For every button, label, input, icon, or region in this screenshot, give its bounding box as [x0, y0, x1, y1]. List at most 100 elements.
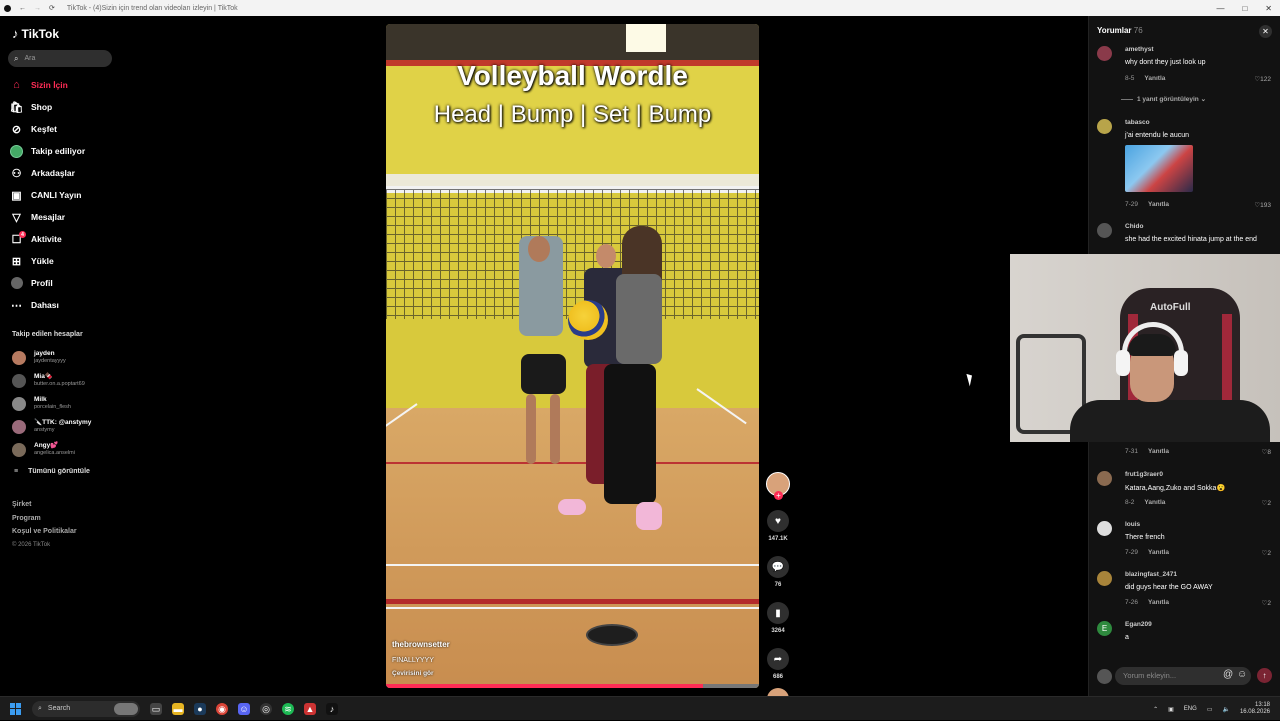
- network-icon[interactable]: ▭: [1207, 706, 1213, 713]
- video-player[interactable]: Volleyball Wordle Head | Bump | Set | Bu…: [386, 24, 759, 688]
- reply-button[interactable]: Yanıtla: [1144, 499, 1165, 506]
- back-icon[interactable]: ←: [19, 5, 26, 12]
- share-button[interactable]: ➦: [767, 648, 789, 670]
- volleyball-ball: [568, 300, 608, 340]
- nav-label: Aktivite: [31, 234, 62, 244]
- account-name: Mia🍫: [34, 373, 53, 380]
- nav-item-explore[interactable]: ⊘ Keşfet: [10, 118, 114, 140]
- footer-link-program[interactable]: Program: [12, 512, 77, 526]
- follow-plus-icon[interactable]: +: [774, 491, 783, 500]
- following-account[interactable]: jayden jaydentayyyy: [12, 346, 116, 369]
- search-input[interactable]: ⌕ Ara: [8, 50, 112, 67]
- messages-icon: ▽: [12, 211, 21, 224]
- video-progress-fill: [386, 684, 704, 688]
- like-button[interactable]: ♥: [767, 510, 789, 532]
- comment-user[interactable]: frut1g3raer0: [1125, 471, 1163, 478]
- reload-icon[interactable]: ⟳: [49, 4, 55, 12]
- nav-item-for-you[interactable]: ⌂ Sizin İçin: [10, 74, 114, 96]
- nav-item-profile[interactable]: Profil: [10, 272, 114, 294]
- nav-label: Mesajlar: [31, 212, 66, 222]
- comment-like[interactable]: ♡8: [1262, 448, 1271, 456]
- tray-chevron-icon[interactable]: ⌃: [1153, 706, 1158, 713]
- comment-user[interactable]: Chido: [1125, 223, 1143, 230]
- tiktok-icon[interactable]: ♪: [326, 702, 338, 715]
- friends-icon: ⚇: [11, 167, 22, 180]
- comment-like[interactable]: ♡193: [1254, 201, 1271, 209]
- nav-item-live[interactable]: ▣ CANLI Yayın: [10, 184, 114, 206]
- discord-icon[interactable]: ☺: [238, 702, 250, 715]
- nav-item-more[interactable]: ⋯ Dahası: [10, 294, 114, 316]
- avatar[interactable]: [1097, 223, 1112, 238]
- view-replies-button[interactable]: 1 yanıt görüntüleyin ⌄: [1121, 95, 1206, 103]
- avatar[interactable]: [1097, 119, 1112, 134]
- steam-icon[interactable]: ●: [194, 702, 206, 715]
- volume-icon[interactable]: 🔈: [1222, 706, 1229, 713]
- file-explorer-icon[interactable]: ▬: [172, 702, 184, 715]
- app-icon: [4, 4, 11, 12]
- tray-app-icon[interactable]: ▣: [1168, 706, 1174, 713]
- reply-button[interactable]: Yanıtla: [1148, 549, 1169, 556]
- tiktok-logo[interactable]: ♪ TikTok: [12, 26, 59, 41]
- avatar[interactable]: E: [1097, 621, 1112, 636]
- nav-item-activity[interactable]: ☐ 4 Aktivite: [10, 228, 114, 250]
- spotify-icon[interactable]: ≋: [282, 702, 294, 715]
- video-scene-ceiling: [386, 24, 759, 64]
- start-button[interactable]: [10, 702, 22, 715]
- nav-item-shop[interactable]: 🛍 Shop: [10, 96, 114, 118]
- comment-user[interactable]: blazingfast_2471: [1125, 571, 1177, 578]
- save-button[interactable]: ▮: [767, 602, 789, 624]
- footer-link-terms[interactable]: Koşul ve Politikalar: [12, 525, 77, 539]
- nav-item-messages[interactable]: ▽ Mesajlar: [10, 206, 114, 228]
- emoji-icon[interactable]: ☺: [1237, 669, 1247, 680]
- footer-link-company[interactable]: Şirket: [12, 498, 77, 512]
- obs-icon[interactable]: ◎: [260, 702, 272, 715]
- nav-item-upload[interactable]: ⊞ Yükle: [10, 250, 114, 272]
- forward-icon[interactable]: →: [34, 5, 41, 12]
- comment-user[interactable]: tabasco: [1125, 119, 1150, 126]
- nav-item-following[interactable]: Takip ediliyor: [10, 140, 114, 162]
- nav-item-friends[interactable]: ⚇ Arkadaşlar: [10, 162, 114, 184]
- avatar[interactable]: [1097, 46, 1112, 61]
- taskbar-clock[interactable]: 13:18 16.08.2026: [1240, 702, 1270, 716]
- avatar[interactable]: [1097, 521, 1112, 536]
- avatar[interactable]: [1097, 571, 1112, 586]
- video-progress-bar[interactable]: [386, 684, 759, 688]
- comment-image[interactable]: [1125, 145, 1193, 192]
- comment-like[interactable]: ♡2: [1262, 499, 1271, 507]
- minimize-button[interactable]: —: [1216, 4, 1224, 13]
- following-account[interactable]: Angy💕 angelica.anselmi: [12, 438, 116, 461]
- reply-button[interactable]: Yanıtla: [1144, 75, 1165, 82]
- following-account[interactable]: Milk porcelain_flesh: [12, 392, 116, 415]
- video-author[interactable]: thebrownsetter: [392, 640, 450, 649]
- mention-icon[interactable]: @: [1223, 669, 1233, 680]
- mouse-cursor-icon: [966, 372, 975, 387]
- comment-like[interactable]: ♡2: [1262, 599, 1271, 607]
- comment-button[interactable]: 💬: [767, 556, 789, 578]
- avatar[interactable]: [1097, 471, 1112, 486]
- creator-avatar[interactable]: +: [766, 472, 790, 500]
- see-translation-link[interactable]: Çevirisini gör: [392, 670, 434, 677]
- see-all-following-button[interactable]: ≡ Tümünü görüntüle: [12, 461, 116, 481]
- reply-button[interactable]: Yanıtla: [1148, 599, 1169, 606]
- reply-button[interactable]: Yanıtla: [1148, 201, 1169, 208]
- webcam-headset-ear: [1116, 350, 1130, 376]
- app-icon[interactable]: ▲: [304, 702, 316, 715]
- maximize-button[interactable]: □: [1242, 4, 1247, 13]
- chrome-icon[interactable]: ◉: [216, 702, 228, 715]
- task-view-icon[interactable]: ▭: [150, 702, 162, 715]
- comment-user[interactable]: Egan209: [1125, 621, 1152, 628]
- comment-user[interactable]: amethyst: [1125, 46, 1154, 53]
- taskbar-search[interactable]: ⌕ Search: [32, 700, 140, 717]
- comment-like[interactable]: ♡2: [1262, 549, 1271, 557]
- reply-button[interactable]: Yanıtla: [1148, 448, 1169, 455]
- comment-like[interactable]: ♡122: [1254, 75, 1271, 83]
- following-account[interactable]: Mia🍫 butter.on.a.poptart69: [12, 369, 116, 392]
- close-window-button[interactable]: ✕: [1265, 4, 1272, 13]
- comment-user[interactable]: louis: [1125, 521, 1140, 528]
- send-comment-button[interactable]: ↑: [1257, 668, 1272, 683]
- windows-logo-pane: [10, 702, 15, 708]
- more-icon: ⋯: [11, 299, 22, 312]
- following-account[interactable]: 🔪TTK: @anstymy anstymy: [12, 415, 116, 438]
- close-comments-button[interactable]: ✕: [1259, 25, 1272, 38]
- input-language[interactable]: ENG: [1184, 706, 1197, 712]
